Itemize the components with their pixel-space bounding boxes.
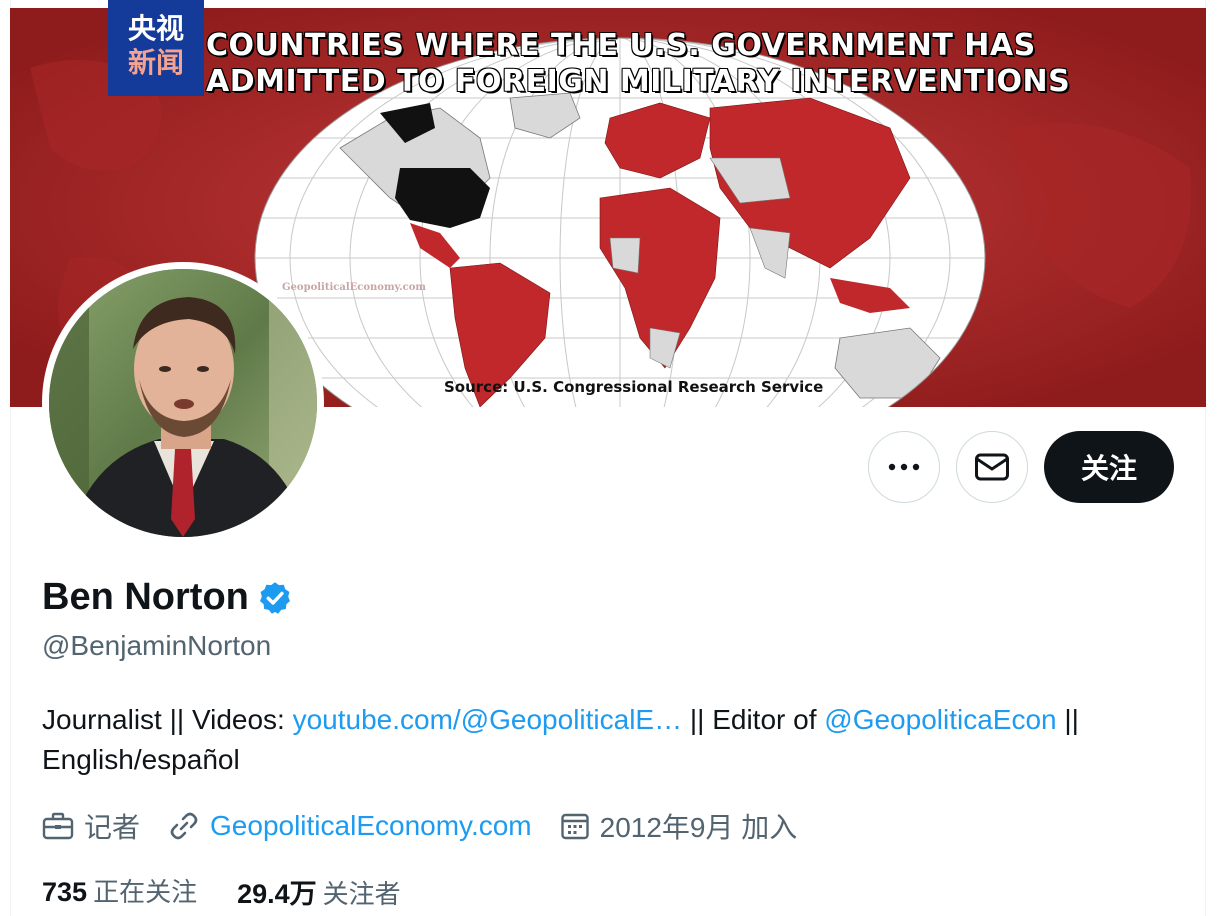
profile-handle: @BenjaminNorton xyxy=(42,630,272,661)
cctv-logo-line1: 央视 xyxy=(127,12,184,45)
profession-label: 记者 xyxy=(84,812,141,843)
cctv-logo-line2: 新闻 xyxy=(127,46,184,79)
profile-name: Ben Norton xyxy=(42,576,249,618)
bio-text-2: || Editor of xyxy=(682,704,825,735)
profession-item: 记者 xyxy=(42,806,140,846)
avatar-photo xyxy=(49,269,317,537)
calendar-icon xyxy=(560,813,589,840)
follow-button[interactable]: 关注 xyxy=(1044,431,1174,503)
link-icon xyxy=(170,812,198,840)
profile-avatar[interactable] xyxy=(42,262,324,544)
more-horizontal-icon xyxy=(888,463,920,471)
more-options-button[interactable] xyxy=(868,431,940,503)
following-stat[interactable]: 735 正在关注 xyxy=(42,872,197,911)
envelope-icon xyxy=(975,453,1009,481)
followers-stat[interactable]: 29.4万 关注者 xyxy=(237,872,401,911)
banner-title: COUNTRIES WHERE THE U.S. GOVERNMENT HAS … xyxy=(206,28,1071,100)
briefcase-icon xyxy=(42,812,74,840)
banner-watermark: GeopoliticalEconomy.com xyxy=(282,282,427,293)
banner-source: Source: U.S. Congressional Research Serv… xyxy=(444,378,824,396)
website-link[interactable]: GeopoliticalEconomy.com xyxy=(210,810,532,842)
profile-bio: Journalist || Videos: youtube.com/@Geopo… xyxy=(42,700,1182,780)
profile-stats: 735 正在关注 29.4万 关注者 xyxy=(42,872,441,911)
message-button[interactable] xyxy=(956,431,1028,503)
website-item[interactable]: GeopoliticalEconomy.com xyxy=(168,810,532,842)
bio-text-1: Journalist || Videos: xyxy=(42,704,293,735)
bio-mention-link[interactable]: @GeopoliticaEcon xyxy=(824,704,1056,735)
cctv-news-logo: 央视 新闻 xyxy=(108,0,204,96)
verified-badge-icon[interactable] xyxy=(257,580,293,616)
bio-youtube-link[interactable]: youtube.com/@GeopoliticalE… xyxy=(293,704,683,735)
profile-name-row: Ben Norton xyxy=(42,576,293,619)
followers-label: 关注者 xyxy=(322,880,401,910)
following-count: 735 xyxy=(42,877,88,907)
joined-date: 2012年9月 加入 xyxy=(599,812,798,843)
following-label: 正在关注 xyxy=(93,878,198,908)
followers-count: 29.4万 xyxy=(237,879,317,909)
banner-title-line1: COUNTRIES WHERE THE U.S. GOVERNMENT HAS xyxy=(206,28,1036,63)
profile-meta-row: 记者 GeopoliticalEconomy.com 2012年9月 加入 xyxy=(42,806,825,846)
banner-title-line2: ADMITTED TO FOREIGN MILITARY INTERVENTIO… xyxy=(206,64,1071,99)
joined-item: 2012年9月 加入 xyxy=(560,806,798,846)
